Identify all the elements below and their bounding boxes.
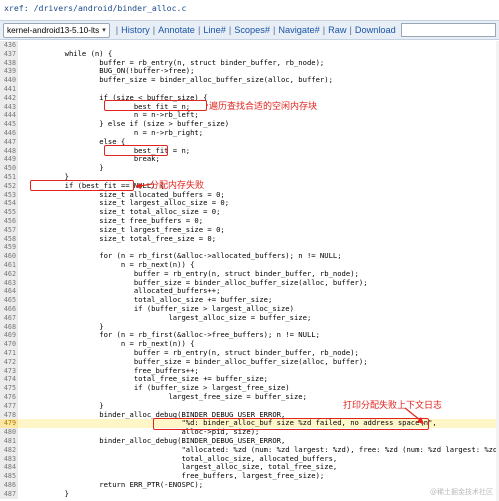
annotation-arrows <box>135 104 424 424</box>
watermark: @稀土掘金技术社区 <box>430 488 493 496</box>
annotation-alloc-failed: 分配内存失败 <box>150 181 205 191</box>
annotation-best-fit: 遍历查找合适的空闲内存块 <box>209 102 318 112</box>
annotation-error-log: 打印分配失败上下文日志 <box>343 401 443 411</box>
